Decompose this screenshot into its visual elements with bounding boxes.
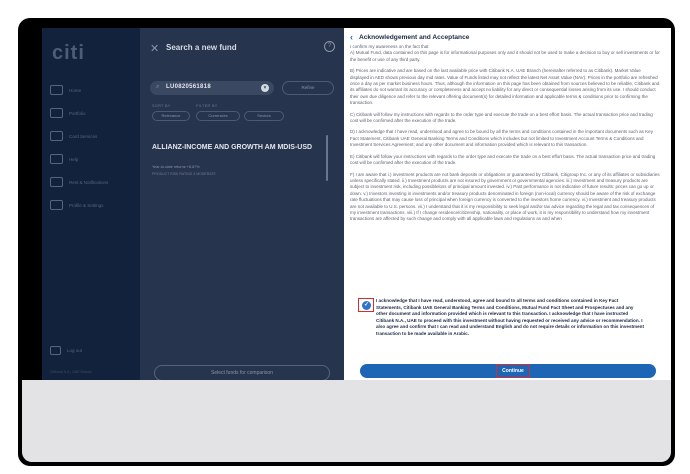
sidebar-item-label: Profile & Settings [69,202,104,208]
ack-title: Acknowledgement and Acceptance [359,33,470,41]
filter-sectors-chip[interactable]: Sectors [244,111,284,121]
sort-relevance-chip[interactable]: Relevance [152,111,190,121]
sidebar-item-card-services[interactable]: Card Services [50,129,97,143]
home-icon [50,85,63,95]
continue-bar[interactable]: Continue [360,364,656,378]
sidebar-item-label: Card Services [69,133,98,139]
sidebar-item-portfolio[interactable]: Portfolio [50,106,86,120]
refine-button[interactable]: Refine [282,81,334,95]
device-bezel [22,380,671,462]
fund-returns: Year-to-date returns +8.87% [152,165,200,169]
search-icon: ⌕ [156,84,160,90]
continue-button[interactable]: Continue [496,364,530,378]
gear-icon [50,200,63,210]
sidebar-footer: Citibank N.A., UAE Branch [50,370,92,374]
terms-paragraph-f: F) I am aware that i.) investment produc… [350,171,660,222]
sidebar-item-home[interactable]: Home [50,83,81,97]
terms-paragraph-d: D) I acknowledge that I have read, under… [350,129,653,148]
back-arrow-icon[interactable]: ‹ [350,32,353,42]
terms-paragraph-c: C) Citibank will follow my instructions … [350,111,653,124]
compare-funds-button[interactable]: Select funds for comparison [154,365,330,380]
app-window: citi Home Portfolio Card Services Help R… [42,28,671,380]
search-input[interactable]: ⌕ LU0820561818 × [150,81,274,95]
terms-paragraph-a: I confirm my awareness on the fact that … [350,44,660,62]
card-icon [50,131,63,141]
search-query: LU0820561818 [166,84,211,90]
citi-logo: citi [52,42,85,64]
check-icon: ✓ [362,301,371,310]
fund-name[interactable]: ALLIANZ-INCOME AND GROWTH AM MDIS-USD [152,143,317,152]
clear-icon[interactable]: × [261,84,269,92]
sidebar-item-notifications[interactable]: Rest & Notifications [50,175,108,189]
logout-label: Log out [67,348,83,353]
acknowledgement-panel: ‹ Acknowledgement and Acceptance I confi… [344,28,671,380]
bell-icon [50,177,63,187]
terms-paragraph-e: E) Citibank will follow your instruction… [350,153,656,166]
sidebar-item-label: Help [69,156,79,162]
sidebar-item-settings[interactable]: Profile & Settings [50,198,104,212]
sidebar-item-label: Home [69,87,82,93]
fund-risk-rating: PRODUCT RISK RATING 3 MODERATE [152,172,216,176]
logout-icon [50,346,61,355]
confirm-text: I acknowledge that I have read, understo… [376,298,645,336]
ack-header: ‹ Acknowledgement and Acceptance [350,32,469,42]
sort-caption: SORT BY [152,104,171,108]
screenshot-frame: citi Home Portfolio Card Services Help R… [0,0,690,474]
filter-caption: FILTER BY [196,104,218,108]
panel-title: Search a new fund [166,43,237,52]
close-icon[interactable]: ✕ [150,42,159,55]
tablet-device: citi Home Portfolio Card Services Help R… [18,18,675,466]
terms-paragraph-b: B) Prices are indicative and are based o… [350,68,660,106]
acknowledge-checkbox[interactable]: ✓ [358,298,374,312]
logout-button[interactable]: Log out [50,346,82,355]
scrollbar[interactable] [326,135,328,181]
filter-currencies-chip[interactable]: Currencies [196,111,240,121]
sidebar: citi Home Portfolio Card Services Help R… [42,28,140,380]
sidebar-item-help[interactable]: Help [50,152,78,166]
question-icon[interactable]: ? [324,41,335,52]
help-circle-icon [50,154,63,164]
fund-search-panel: ✕ Search a new fund ? ⌕ LU0820561818 × R… [140,28,344,380]
ack-terms-text: I confirm my awareness on the fact that … [350,44,660,315]
portfolio-icon [50,108,63,118]
sidebar-item-label: Rest & Notifications [69,179,109,185]
sidebar-item-label: Portfolio [69,110,86,116]
